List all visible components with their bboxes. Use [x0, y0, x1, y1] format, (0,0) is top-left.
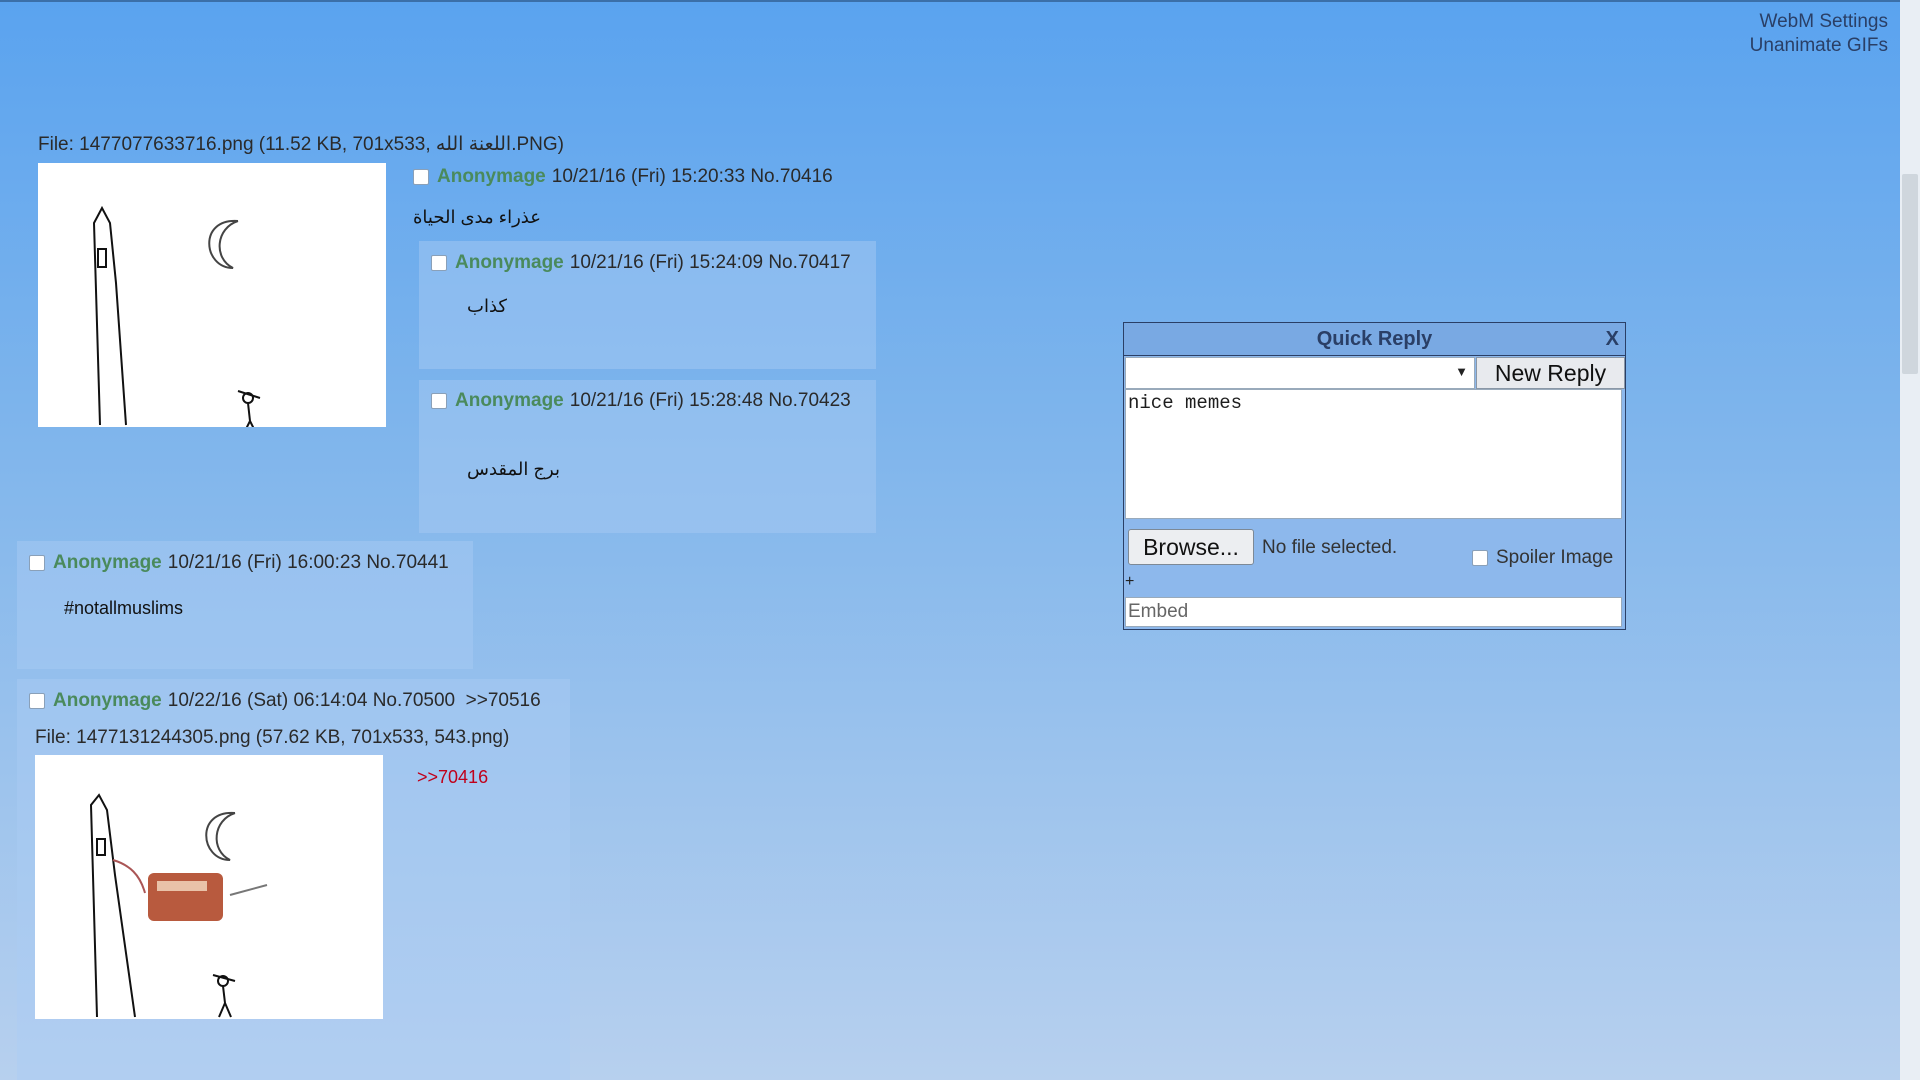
- reply-70423-header: Anonymage 10/21/16 (Fri) 15:28:48 No.7042…: [431, 390, 851, 412]
- op-image-thumbnail[interactable]: [38, 163, 386, 427]
- reply-70500-image-thumbnail[interactable]: [35, 755, 383, 1019]
- top-border: [0, 0, 1920, 2]
- new-reply-button[interactable]: New Reply: [1476, 357, 1625, 389]
- op-post-message: عذراء مدى الحياة: [413, 207, 541, 227]
- reply-70500-name: Anonymage: [53, 690, 162, 711]
- spoiler-image-option: Spoiler Image: [1472, 547, 1613, 569]
- unanimate-gifs-link[interactable]: Unanimate GIFs: [1750, 34, 1888, 58]
- page-scrollbar[interactable]: [1900, 0, 1920, 1080]
- reply-70500-header: Anonymage 10/22/16 (Sat) 06:14:04 No.7050…: [29, 690, 541, 712]
- op-file-info: File: 1477077633716.png (11.52 KB, 701x5…: [38, 134, 564, 155]
- scrollbar-thumb[interactable]: [1902, 174, 1918, 374]
- op-post-number[interactable]: No.70416: [750, 166, 832, 187]
- reply-70441-datetime: 10/21/16 (Fri) 16:00:23: [167, 552, 362, 573]
- reply-70417-number[interactable]: No.70417: [768, 252, 850, 273]
- reply-70417-datetime: 10/21/16 (Fri) 15:24:09: [569, 252, 764, 273]
- spoiler-image-checkbox[interactable]: [1472, 550, 1488, 566]
- reply-70417-message: كذاب: [467, 296, 507, 316]
- op-poster-name: Anonymage: [437, 166, 546, 187]
- reply-70423-checkbox[interactable]: [431, 393, 447, 409]
- op-post-datetime: 10/21/16 (Fri) 15:20:33: [551, 166, 746, 187]
- add-file-plus-button[interactable]: +: [1125, 573, 1134, 591]
- reply-70500-number[interactable]: No.70500: [373, 690, 455, 711]
- reply-70500-backlink[interactable]: >>70516: [466, 690, 541, 711]
- reply-70500-datetime: 10/22/16 (Sat) 06:14:04: [167, 690, 368, 711]
- op-post-checkbox[interactable]: [413, 169, 429, 185]
- quick-reply-close-button[interactable]: X: [1606, 323, 1619, 355]
- top-links: WebM Settings Unanimate GIFs: [1750, 10, 1888, 58]
- chevron-down-icon: ▼: [1455, 364, 1468, 379]
- reply-70423-number[interactable]: No.70423: [768, 390, 850, 411]
- reply-70423-message: برج المقدس: [467, 459, 560, 479]
- reply-70500-quote-link[interactable]: >>70416: [417, 767, 488, 788]
- reply-70417-checkbox[interactable]: [431, 255, 447, 271]
- quick-reply-panel: Quick Reply X ▼ New Reply nice memes Bro…: [1123, 322, 1626, 630]
- webm-settings-link[interactable]: WebM Settings: [1750, 10, 1888, 34]
- reply-70441-checkbox[interactable]: [29, 555, 45, 571]
- reply-70423-datetime: 10/21/16 (Fri) 15:28:48: [569, 390, 764, 411]
- quick-reply-message-textarea[interactable]: nice memes: [1125, 389, 1622, 519]
- reply-70441-header: Anonymage 10/21/16 (Fri) 16:00:23 No.7044…: [29, 552, 449, 574]
- reply-70417-name: Anonymage: [455, 252, 564, 273]
- quick-reply-select[interactable]: ▼: [1125, 357, 1475, 389]
- reply-70423-name: Anonymage: [455, 390, 564, 411]
- spoiler-image-label: Spoiler Image: [1496, 547, 1614, 568]
- browse-file-button[interactable]: Browse...: [1128, 529, 1254, 565]
- reply-70441-message: #notallmuslims: [64, 598, 184, 618]
- reply-70441-name: Anonymage: [53, 552, 162, 573]
- reply-70417-header: Anonymage 10/21/16 (Fri) 15:24:09 No.7041…: [431, 252, 851, 274]
- reply-70500-file-info: File: 1477131244305.png (57.62 KB, 701x5…: [35, 727, 510, 748]
- reply-70500-checkbox[interactable]: [29, 693, 45, 709]
- op-post-header: Anonymage 10/21/16 (Fri) 15:20:33 No.7041…: [413, 166, 833, 188]
- embed-input[interactable]: Embed: [1125, 597, 1622, 627]
- quick-reply-title[interactable]: Quick Reply: [1124, 323, 1625, 356]
- reply-70441-number[interactable]: No.70441: [366, 552, 448, 573]
- no-file-selected-label: No file selected.: [1262, 537, 1398, 558]
